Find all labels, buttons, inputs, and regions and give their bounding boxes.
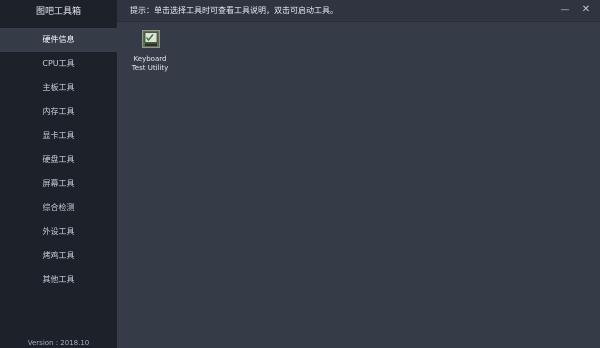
sidebar-item-motherboard-tools[interactable]: 主板工具 [0, 76, 117, 100]
tool-label-line1: Keyboard [133, 55, 167, 63]
sidebar-item-gpu-tools[interactable]: 显卡工具 [0, 124, 117, 148]
sidebar-item-hardware-info[interactable]: 硬件信息 [0, 28, 117, 52]
minimize-button[interactable]: — [556, 3, 574, 17]
sidebar-nav: 硬件信息 CPU工具 主板工具 内存工具 显卡工具 硬盘工具 屏幕工具 综合检测… [0, 28, 117, 292]
sidebar-item-memory-tools[interactable]: 内存工具 [0, 100, 117, 124]
main-panel: 提示：单击选择工具时可查看工具说明，双击可启动工具。 — ✕ Keyboard … [117, 0, 600, 348]
sidebar-item-other-tools[interactable]: 其他工具 [0, 268, 117, 292]
sidebar-item-screen-tools[interactable]: 屏幕工具 [0, 172, 117, 196]
keyboard-test-icon [142, 30, 160, 48]
hint-bar: 提示：单击选择工具时可查看工具说明，双击可启动工具。 — ✕ [117, 0, 600, 22]
tool-label-line2: Test Utility [131, 64, 169, 72]
close-button[interactable]: ✕ [577, 3, 595, 17]
hint-text: 提示：单击选择工具时可查看工具说明，双击可启动工具。 [130, 6, 338, 15]
sidebar-item-peripheral-tools[interactable]: 外设工具 [0, 220, 117, 244]
tool-label: Keyboard Test Utility [121, 55, 179, 73]
sidebar-item-cpu-tools[interactable]: CPU工具 [0, 52, 117, 76]
version-label: Version : 2018.10 [27, 339, 90, 347]
sidebar: 图吧工具箱 硬件信息 CPU工具 主板工具 内存工具 显卡工具 硬盘工具 屏幕工… [0, 0, 117, 348]
app-window: 图吧工具箱 硬件信息 CPU工具 主板工具 内存工具 显卡工具 硬盘工具 屏幕工… [0, 0, 600, 348]
sidebar-item-comprehensive-tests[interactable]: 综合检测 [0, 196, 117, 220]
app-title: 图吧工具箱 [35, 7, 81, 17]
sidebar-item-disk-tools[interactable]: 硬盘工具 [0, 148, 117, 172]
sidebar-item-stress-tools[interactable]: 烤鸡工具 [0, 244, 117, 268]
tool-keyboard-test-utility[interactable]: Keyboard Test Utility [121, 30, 179, 78]
